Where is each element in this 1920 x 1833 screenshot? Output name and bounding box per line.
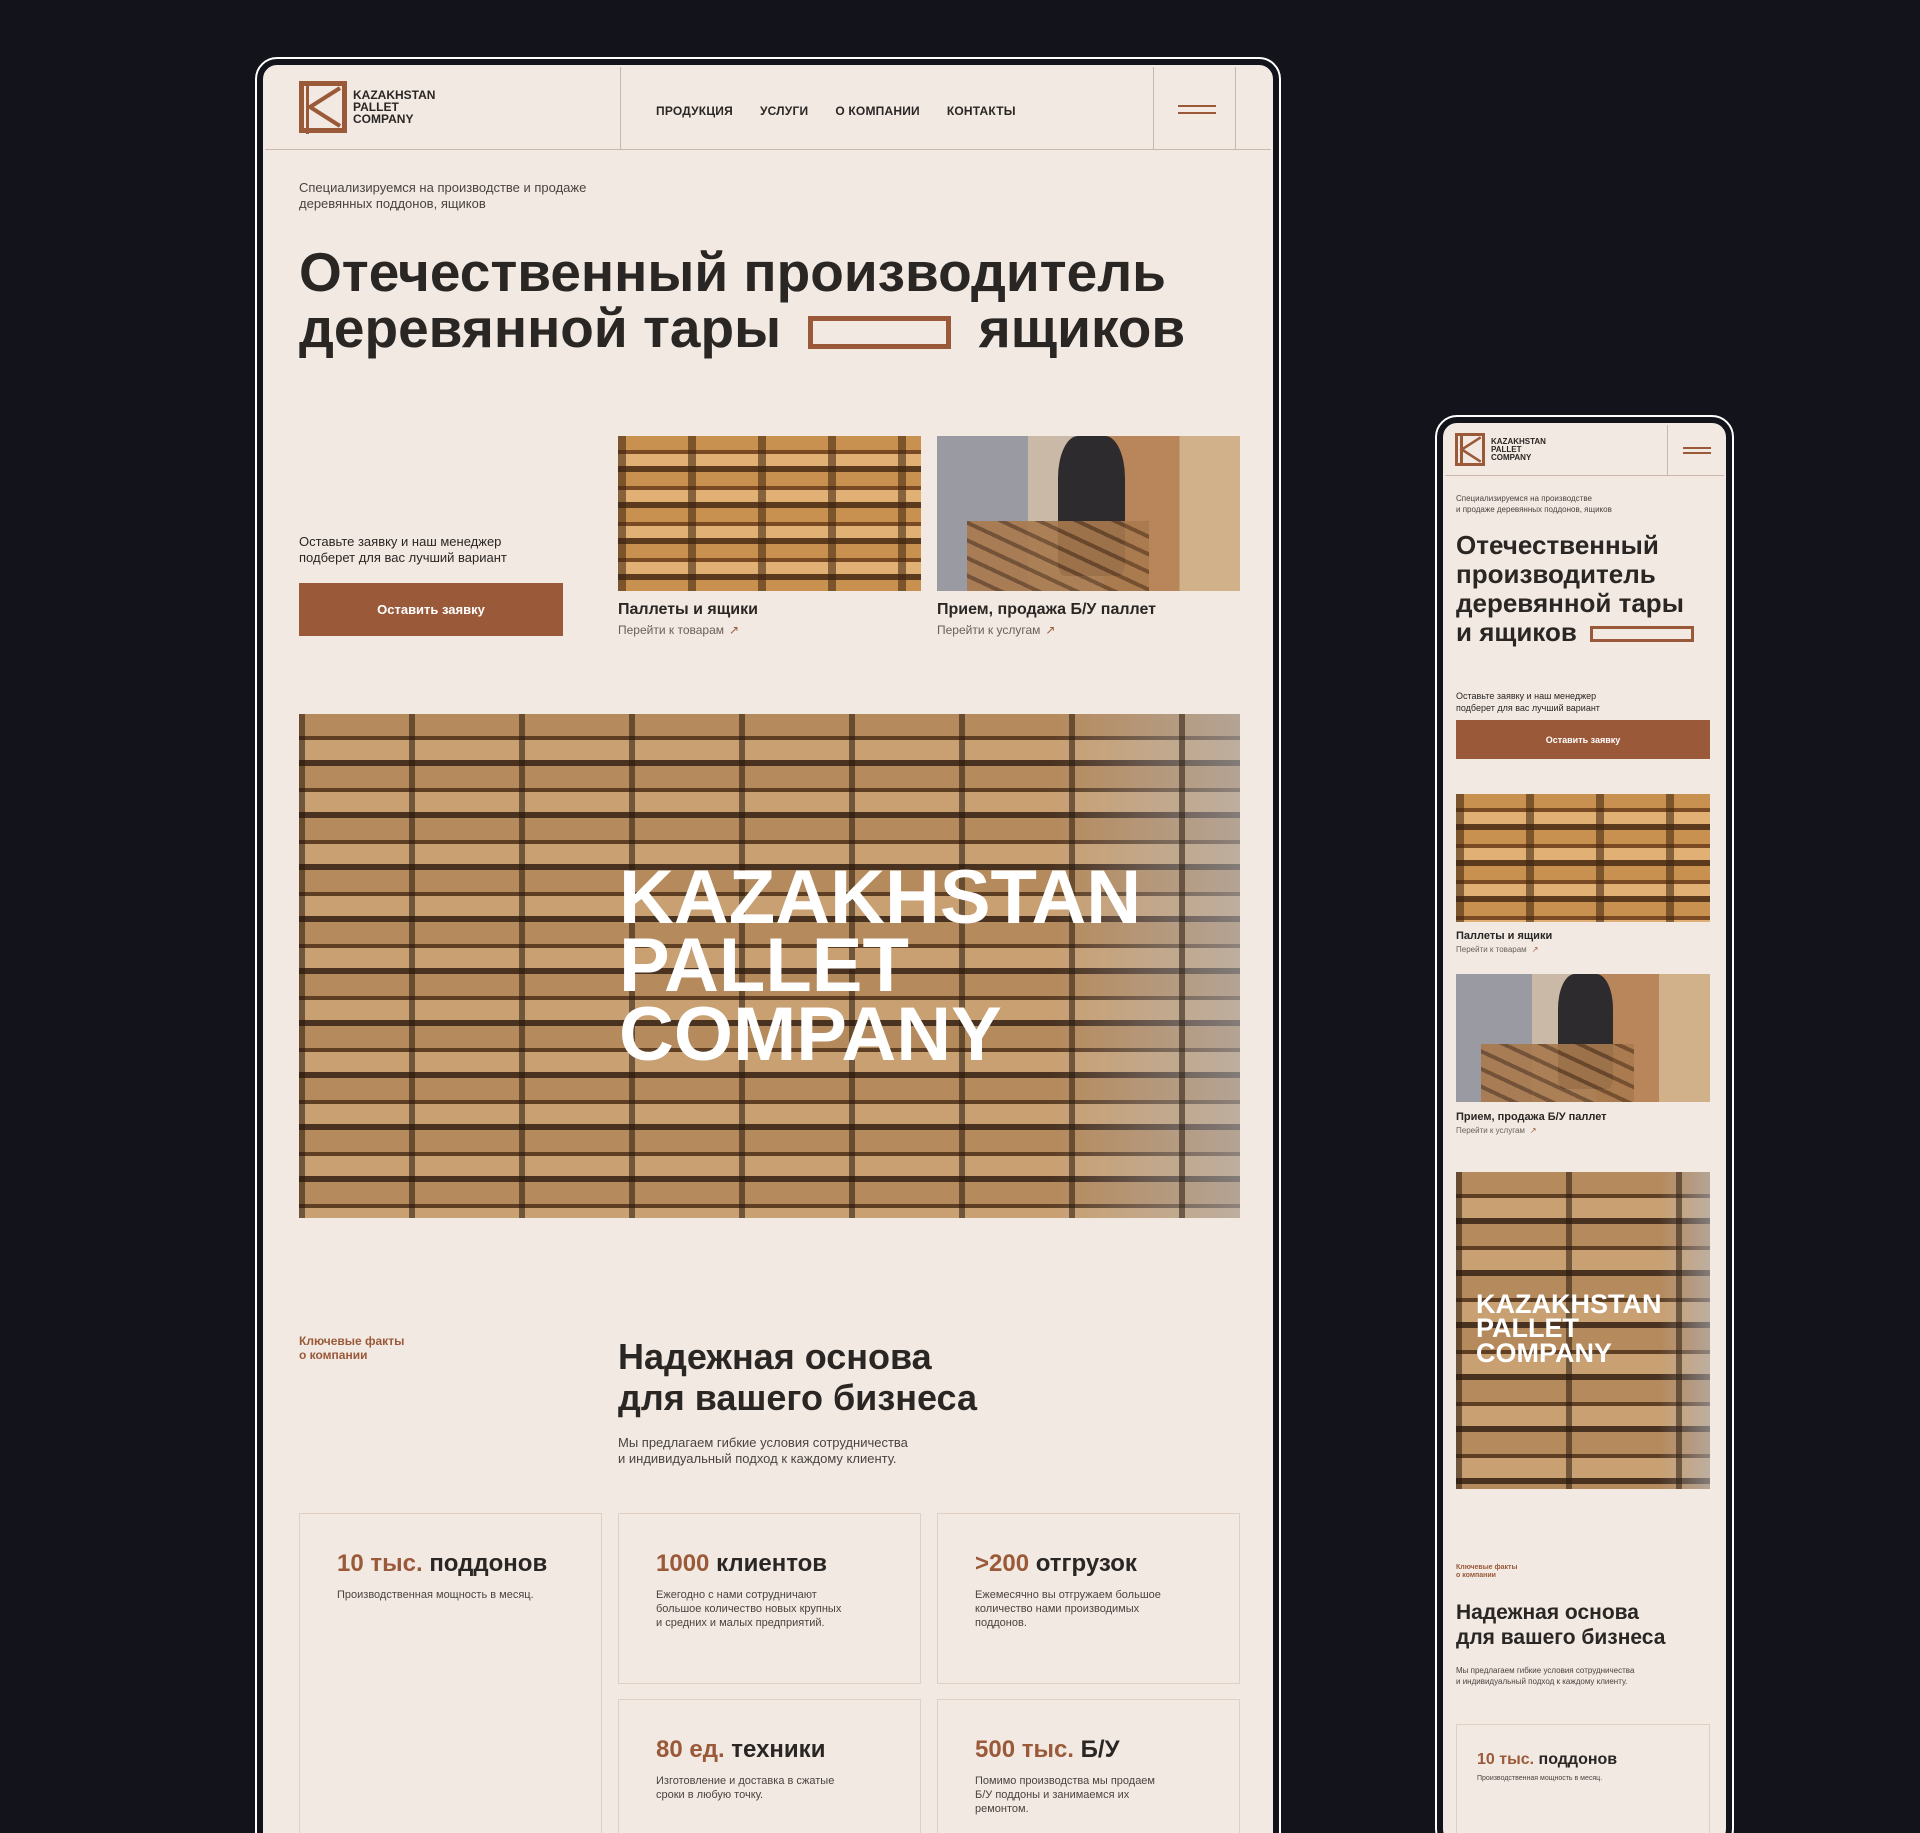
menu-icon[interactable]: [1683, 447, 1711, 457]
logo-icon[interactable]: [1455, 433, 1485, 467]
title-decor: [808, 315, 952, 349]
used-pallets-image[interactable]: [937, 436, 1240, 591]
site-header: KAZAKHSTAN PALLET COMPANY ПРОДУКЦИЯ УСЛУГИ…: [265, 67, 1271, 150]
card-title-used[interactable]: Прием, продажа Б/У паллет: [937, 601, 1156, 619]
banner-title: KAZAKHSTAN PALLET COMPANY: [1476, 1289, 1662, 1368]
stat-card: 10 тыс. поддонов Производственная мощнос…: [1456, 1724, 1710, 1833]
header-divider: [620, 67, 621, 150]
header-divider: [1235, 67, 1236, 150]
pallets-image[interactable]: [1456, 794, 1710, 922]
request-button[interactable]: Оставить заявку: [299, 583, 563, 636]
arrow-icon: ↗: [1045, 623, 1056, 637]
mobile-header: KAZAKHSTAN PALLET COMPANY: [1445, 425, 1724, 476]
logo-text[interactable]: KAZAKHSTAN PALLET COMPANY: [353, 89, 435, 125]
cta-text: Оставьте заявку и наш менеджер подберет д…: [1456, 691, 1600, 713]
facts-label: Ключевые факты о компании: [1456, 1564, 1518, 1579]
link-products[interactable]: Перейти к товарам ↗: [1456, 945, 1538, 954]
nav-item-contacts[interactable]: КОНТАКТЫ: [947, 104, 1016, 118]
stat-card: 10 тыс. поддонов Производственная мощнос…: [299, 1513, 602, 1833]
nav-item-services[interactable]: УСЛУГИ: [760, 104, 808, 118]
hero-title: Отечественный производитель деревянной т…: [1456, 531, 1695, 647]
header-divider: [1667, 425, 1668, 476]
hero-title: Отечественный производитель деревянной т…: [299, 241, 1186, 359]
nav-item-about[interactable]: О КОМПАНИИ: [835, 104, 920, 118]
tagline: Специализируемся на производстве и продаж…: [1456, 494, 1612, 514]
mobile-page: KAZAKHSTAN PALLET COMPANY Специализируемся…: [1435, 415, 1734, 1833]
link-products[interactable]: Перейти к товарам ↗: [618, 623, 739, 637]
stat-card: 1000 клиентов Ежегодно с нами сотруднича…: [618, 1513, 921, 1684]
stat-card: 500 тыс. Б/У Помимо производства мы прод…: [937, 1699, 1240, 1833]
banner-image: KAZAKHSTAN PALLET COMPANY: [1456, 1172, 1710, 1489]
stat-card: 80 ед. техники Изготовление и доставка в…: [618, 1699, 921, 1833]
header-divider: [1153, 67, 1154, 150]
tagline: Специализируемся на производстве и прода…: [299, 180, 587, 211]
arrow-icon: ↗: [1529, 1126, 1537, 1135]
logo-icon[interactable]: [299, 81, 347, 135]
logo-text[interactable]: KAZAKHSTAN PALLET COMPANY: [1491, 438, 1546, 462]
cta-text: Оставьте заявку и наш менеджер подберет д…: [299, 534, 507, 565]
menu-icon[interactable]: [1178, 105, 1216, 115]
card-title-pallets[interactable]: Паллеты и ящики: [618, 601, 758, 619]
link-services[interactable]: Перейти к услугам ↗: [937, 623, 1055, 637]
desktop-page: KAZAKHSTAN PALLET COMPANY ПРОДУКЦИЯ УСЛУГИ…: [255, 57, 1281, 1833]
arrow-icon: ↗: [1531, 945, 1539, 954]
arrow-icon: ↗: [729, 623, 740, 637]
banner-title: KAZAKHSTAN PALLET COMPANY: [619, 855, 1142, 1077]
main-nav: ПРОДУКЦИЯ УСЛУГИ О КОМПАНИИ КОНТАКТЫ: [656, 104, 1016, 118]
facts-title: Надежная основа для вашего бизнеса: [618, 1336, 977, 1418]
banner-image: KAZAKHSTAN PALLET COMPANY: [299, 714, 1240, 1218]
title-decor: [1590, 626, 1695, 643]
facts-title: Надежная основа для вашего бизнеса: [1456, 1601, 1666, 1649]
card-title-used[interactable]: Прием, продажа Б/У паллет: [1456, 1111, 1607, 1123]
link-services[interactable]: Перейти к услугам ↗: [1456, 1126, 1537, 1135]
card-title-pallets[interactable]: Паллеты и ящики: [1456, 930, 1552, 942]
used-pallets-image[interactable]: [1456, 974, 1710, 1102]
nav-item-products[interactable]: ПРОДУКЦИЯ: [656, 104, 733, 118]
facts-subtitle: Мы предлагаем гибкие условия сотрудничес…: [1456, 1666, 1635, 1686]
stat-card: >200 отгрузок Ежемесячно вы отгружаем бо…: [937, 1513, 1240, 1684]
request-button[interactable]: Оставить заявку: [1456, 720, 1710, 759]
facts-subtitle: Мы предлагаем гибкие условия сотрудничес…: [618, 1435, 908, 1466]
pallets-image[interactable]: [618, 436, 921, 591]
facts-label: Ключевые факты о компании: [299, 1334, 405, 1362]
